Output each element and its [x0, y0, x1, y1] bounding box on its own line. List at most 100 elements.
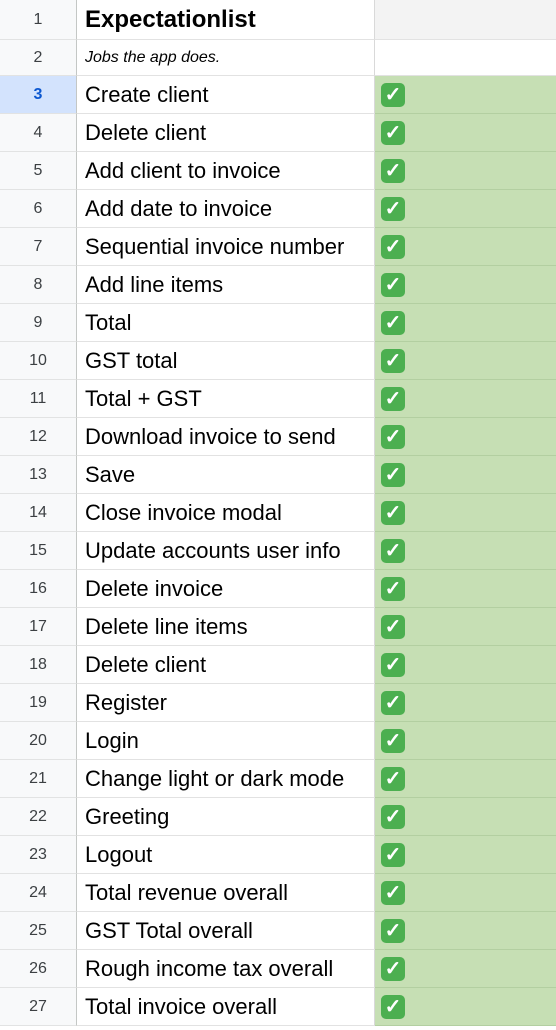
task-status-cell[interactable]: ✓ [375, 456, 556, 494]
task-row: 23 Logout ✓ [0, 836, 556, 874]
task-status-cell[interactable]: ✓ [375, 798, 556, 836]
task-status-cell[interactable]: ✓ [375, 912, 556, 950]
check-mark-icon: ✓ [381, 272, 405, 297]
task-status-cell[interactable]: ✓ [375, 418, 556, 456]
row-number[interactable]: 10 [0, 342, 77, 380]
task-status-cell[interactable]: ✓ [375, 190, 556, 228]
check-mark-icon: ✓ [381, 196, 405, 221]
task-status-cell[interactable]: ✓ [375, 228, 556, 266]
task-label-cell[interactable]: Delete line items [77, 608, 375, 646]
task-label-cell[interactable]: Add date to invoice [77, 190, 375, 228]
task-row: 12 Download invoice to send ✓ [0, 418, 556, 456]
task-label-cell[interactable]: Close invoice modal [77, 494, 375, 532]
row-number[interactable]: 25 [0, 912, 77, 950]
check-mark-icon: ✓ [381, 500, 405, 525]
task-label-cell[interactable]: Greeting [77, 798, 375, 836]
row-number[interactable]: 14 [0, 494, 77, 532]
task-status-cell[interactable]: ✓ [375, 722, 556, 760]
task-row: 15 Update accounts user info ✓ [0, 532, 556, 570]
task-status-cell[interactable]: ✓ [375, 950, 556, 988]
task-label-cell[interactable]: Login [77, 722, 375, 760]
task-status-cell[interactable]: ✓ [375, 760, 556, 798]
row-number[interactable]: 15 [0, 532, 77, 570]
task-row: 24 Total revenue overall ✓ [0, 874, 556, 912]
task-row: 17 Delete line items ✓ [0, 608, 556, 646]
task-label-cell[interactable]: Update accounts user info [77, 532, 375, 570]
task-status-cell[interactable]: ✓ [375, 380, 556, 418]
row-number[interactable]: 24 [0, 874, 77, 912]
task-status-cell[interactable]: ✓ [375, 342, 556, 380]
task-label-cell[interactable]: Download invoice to send [77, 418, 375, 456]
row-number[interactable]: 12 [0, 418, 77, 456]
task-label-cell[interactable]: GST Total overall [77, 912, 375, 950]
row-number[interactable]: 18 [0, 646, 77, 684]
task-status-cell[interactable]: ✓ [375, 304, 556, 342]
row-number[interactable]: 17 [0, 608, 77, 646]
task-label-cell[interactable]: Change light or dark mode [77, 760, 375, 798]
task-label-cell[interactable]: Delete client [77, 114, 375, 152]
check-mark-icon: ✓ [381, 994, 405, 1019]
task-status-cell[interactable]: ✓ [375, 532, 556, 570]
row-number[interactable]: 22 [0, 798, 77, 836]
row-number[interactable]: 5 [0, 152, 77, 190]
row-number[interactable]: 26 [0, 950, 77, 988]
task-status-cell[interactable]: ✓ [375, 874, 556, 912]
task-status-cell[interactable]: ✓ [375, 152, 556, 190]
task-label-cell[interactable]: Total + GST [77, 380, 375, 418]
task-row: 22 Greeting ✓ [0, 798, 556, 836]
row-number[interactable]: 13 [0, 456, 77, 494]
task-status-cell[interactable]: ✓ [375, 684, 556, 722]
row-number[interactable]: 8 [0, 266, 77, 304]
task-status-cell[interactable]: ✓ [375, 266, 556, 304]
task-row: 5 Add client to invoice ✓ [0, 152, 556, 190]
task-row: 10 GST total ✓ [0, 342, 556, 380]
sheet-row: 2 Jobs the app does. [0, 40, 556, 76]
row-number[interactable]: 1 [0, 0, 77, 40]
task-label-cell[interactable]: Delete invoice [77, 570, 375, 608]
task-status-cell[interactable]: ✓ [375, 76, 556, 114]
task-status-cell[interactable]: ✓ [375, 608, 556, 646]
task-status-cell[interactable]: ✓ [375, 570, 556, 608]
task-label-cell[interactable]: Add line items [77, 266, 375, 304]
row-number[interactable]: 21 [0, 760, 77, 798]
cell-b1[interactable] [375, 0, 556, 40]
row-number[interactable]: 2 [0, 40, 77, 76]
task-label-cell[interactable]: GST total [77, 342, 375, 380]
row-number[interactable]: 3 [0, 76, 77, 114]
task-status-cell[interactable]: ✓ [375, 494, 556, 532]
task-row: 4 Delete client ✓ [0, 114, 556, 152]
task-label-cell[interactable]: Logout [77, 836, 375, 874]
task-label-cell[interactable]: Add client to invoice [77, 152, 375, 190]
cell-b2[interactable] [375, 40, 556, 76]
check-mark-icon: ✓ [381, 120, 405, 145]
task-label-cell[interactable]: Create client [77, 76, 375, 114]
row-number[interactable]: 7 [0, 228, 77, 266]
sheet-subtitle-cell[interactable]: Jobs the app does. [77, 40, 375, 76]
row-number[interactable]: 16 [0, 570, 77, 608]
task-label-cell[interactable]: Save [77, 456, 375, 494]
row-number[interactable]: 27 [0, 988, 77, 1026]
task-label-cell[interactable]: Total revenue overall [77, 874, 375, 912]
task-label-cell[interactable]: Total invoice overall [77, 988, 375, 1026]
task-row: 6 Add date to invoice ✓ [0, 190, 556, 228]
task-status-cell[interactable]: ✓ [375, 988, 556, 1026]
row-number[interactable]: 23 [0, 836, 77, 874]
task-status-cell[interactable]: ✓ [375, 114, 556, 152]
task-status-cell[interactable]: ✓ [375, 836, 556, 874]
task-label-cell[interactable]: Rough income tax overall [77, 950, 375, 988]
row-number[interactable]: 20 [0, 722, 77, 760]
row-number[interactable]: 4 [0, 114, 77, 152]
task-label-cell[interactable]: Delete client [77, 646, 375, 684]
task-label-cell[interactable]: Register [77, 684, 375, 722]
row-number[interactable]: 9 [0, 304, 77, 342]
task-label-cell[interactable]: Sequential invoice number [77, 228, 375, 266]
row-number[interactable]: 19 [0, 684, 77, 722]
row-number[interactable]: 11 [0, 380, 77, 418]
task-status-cell[interactable]: ✓ [375, 646, 556, 684]
check-mark-icon: ✓ [381, 576, 405, 601]
task-row: 19 Register ✓ [0, 684, 556, 722]
row-number[interactable]: 6 [0, 190, 77, 228]
task-label-cell[interactable]: Total [77, 304, 375, 342]
check-mark-icon: ✓ [381, 310, 405, 335]
sheet-title-cell[interactable]: Expectationlist [77, 0, 375, 40]
